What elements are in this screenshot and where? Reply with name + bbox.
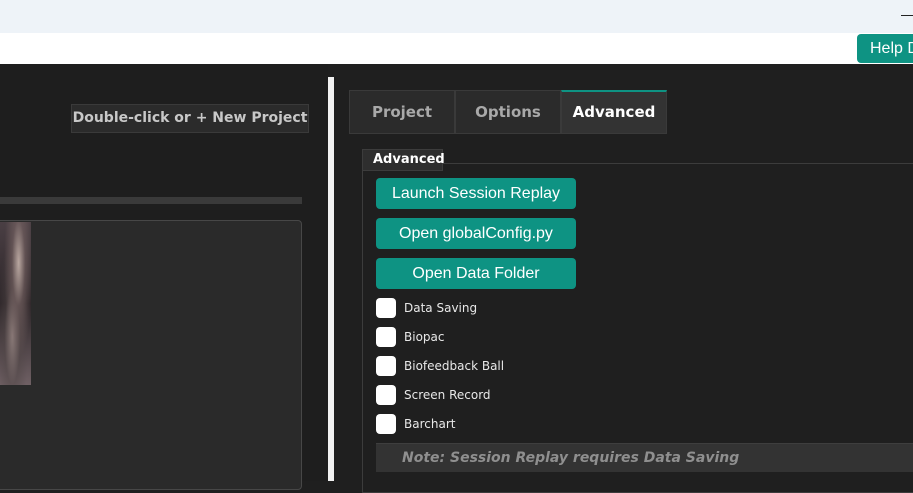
barchart-checkbox[interactable] [376,414,396,434]
new-project-button[interactable]: Double-click or + New Project [71,104,309,133]
open-global-config-button[interactable]: Open globalConfig.py [376,218,576,249]
data-saving-label: Data Saving [404,301,478,315]
tab-project[interactable]: Project [349,90,455,134]
screen-record-checkbox[interactable] [376,385,396,405]
open-data-folder-button[interactable]: Open Data Folder [376,258,576,289]
biofeedback-ball-label: Biofeedback Ball [404,359,505,373]
minimize-icon[interactable] [901,15,913,16]
help-docs-button[interactable]: Help Docs [857,34,913,63]
menu-bar [0,33,913,64]
preview-panel [0,220,302,490]
advanced-group-title: Advanced [362,149,445,171]
session-replay-note: Note: Session Replay requires Data Savin… [376,443,913,472]
data-saving-checkbox[interactable] [376,298,396,318]
title-bar [0,0,913,33]
launch-session-replay-button[interactable]: Launch Session Replay [376,178,576,209]
progress-track [0,197,302,204]
biopac-checkbox[interactable] [376,327,396,347]
project-thumbnail[interactable] [0,222,31,385]
barchart-label: Barchart [404,417,456,431]
screen-record-label: Screen Record [404,388,491,402]
biopac-label: Biopac [404,330,445,344]
tab-advanced[interactable]: Advanced [561,90,667,134]
biofeedback-ball-checkbox[interactable] [376,356,396,376]
tab-options[interactable]: Options [455,90,561,134]
